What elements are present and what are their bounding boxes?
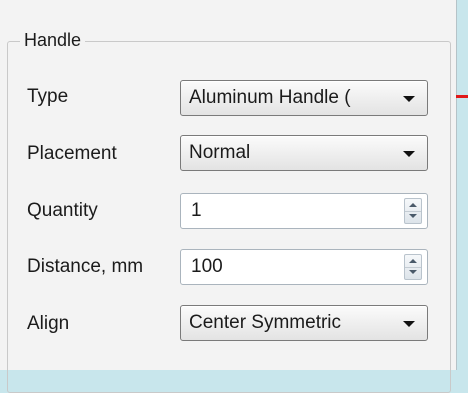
stepper-buttons bbox=[404, 198, 422, 224]
chevron-down-icon bbox=[403, 96, 415, 102]
align-label: Align bbox=[27, 313, 70, 334]
type-value: Aluminum Handle ( bbox=[189, 87, 351, 108]
placement-label: Placement bbox=[27, 143, 117, 164]
decrement-arrow-icon[interactable] bbox=[405, 211, 421, 223]
quantity-stepper[interactable]: 1 bbox=[180, 193, 428, 229]
align-dropdown[interactable]: Center Symmetric bbox=[180, 305, 428, 341]
chevron-down-icon bbox=[403, 151, 415, 157]
type-label: Type bbox=[27, 86, 69, 107]
quantity-label: Quantity bbox=[27, 200, 98, 221]
stepper-buttons bbox=[404, 254, 422, 280]
align-value: Center Symmetric bbox=[189, 312, 342, 333]
distance-stepper[interactable]: 100 bbox=[180, 249, 428, 285]
decrement-arrow-icon[interactable] bbox=[405, 267, 421, 279]
distance-label: Distance, mm bbox=[27, 256, 144, 277]
placement-dropdown[interactable]: Normal bbox=[180, 135, 428, 171]
red-pointer-line bbox=[456, 95, 468, 98]
chevron-down-icon bbox=[403, 321, 415, 327]
quantity-value: 1 bbox=[191, 200, 202, 221]
type-dropdown[interactable]: Aluminum Handle ( bbox=[180, 80, 428, 116]
distance-value: 100 bbox=[191, 256, 223, 277]
handle-settings-panel: Handle Type Aluminum Handle ( Placement … bbox=[0, 0, 457, 393]
placement-value: Normal bbox=[189, 142, 251, 163]
group-title: Handle bbox=[20, 29, 86, 51]
